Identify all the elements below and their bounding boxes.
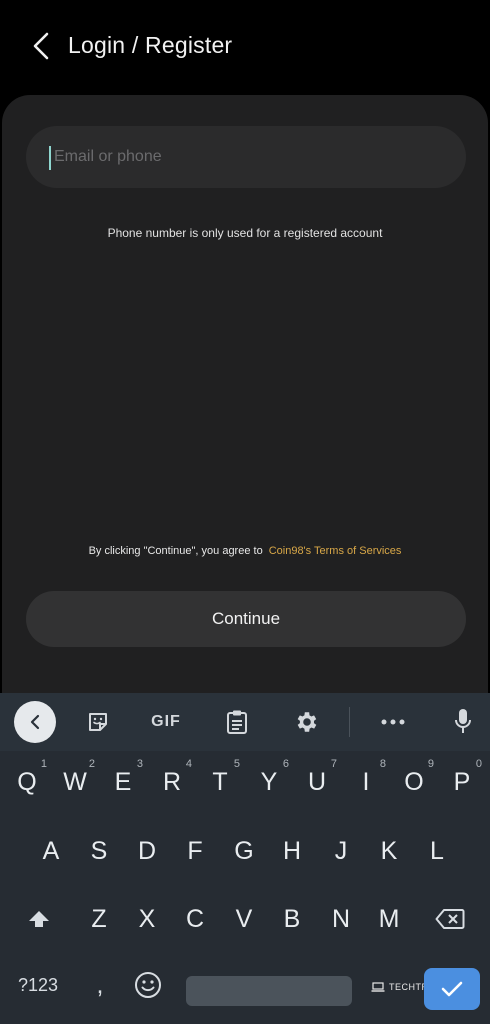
key-g[interactable]: G — [222, 825, 266, 877]
continue-button[interactable]: Continue — [26, 591, 466, 647]
voice-input-button[interactable] — [450, 701, 476, 743]
key-p[interactable]: P0 — [440, 756, 484, 808]
keyboard-back-button[interactable] — [14, 701, 56, 743]
clipboard-icon — [227, 710, 247, 734]
key-h[interactable]: H — [270, 825, 314, 877]
terms-prefix: By clicking "Continue", you agree to — [88, 545, 263, 557]
checkmark-icon — [441, 981, 463, 997]
key-a[interactable]: A — [29, 825, 73, 877]
emoji-icon — [135, 972, 161, 998]
key-u[interactable]: U7 — [295, 756, 339, 808]
back-button[interactable] — [26, 28, 56, 64]
key-label: I — [362, 767, 370, 796]
key-j[interactable]: J — [319, 825, 363, 877]
space-key[interactable] — [186, 976, 352, 1006]
phone-hint-text: Phone number is only used for a register… — [107, 226, 383, 240]
key-z[interactable]: Z — [77, 893, 121, 945]
key-hint: 7 — [330, 758, 337, 770]
key-hint: 1 — [40, 758, 47, 770]
key-label: Y — [260, 767, 278, 796]
enter-key[interactable] — [424, 968, 480, 1010]
key-c[interactable]: C — [173, 893, 217, 945]
gif-label: GIF — [151, 713, 181, 730]
key-label: P — [453, 767, 471, 796]
key-label: Q — [17, 767, 37, 796]
terms-link[interactable]: Coin98's Terms of Services — [269, 545, 402, 557]
key-s[interactable]: S — [77, 825, 121, 877]
sticker-button[interactable] — [82, 701, 114, 743]
keyboard-toolbar: GIF — [0, 693, 490, 751]
key-w[interactable]: W2 — [53, 756, 97, 808]
chevron-left-icon — [33, 32, 49, 60]
more-options-button[interactable] — [378, 701, 408, 743]
shift-icon — [29, 911, 49, 927]
shift-key[interactable] — [17, 893, 61, 945]
backspace-icon — [435, 909, 465, 929]
chevron-left-icon — [30, 714, 40, 730]
key-label: R — [162, 767, 182, 796]
page-title: Login / Register — [68, 32, 233, 58]
key-d[interactable]: D — [125, 825, 169, 877]
symbols-key[interactable]: ?123 — [10, 959, 66, 1011]
key-label: W — [63, 767, 87, 796]
backspace-key[interactable] — [428, 893, 472, 945]
sticker-icon — [89, 713, 107, 731]
more-horizontal-icon — [381, 719, 405, 725]
key-label: T — [212, 767, 228, 796]
key-e[interactable]: E3 — [101, 756, 145, 808]
key-label: U — [307, 767, 327, 796]
key-l[interactable]: L — [415, 825, 459, 877]
key-o[interactable]: O9 — [392, 756, 436, 808]
key-label: O — [404, 767, 424, 796]
key-hint: 6 — [282, 758, 289, 770]
soft-keyboard: G I F Q 1 W 2 E 3 R 4 T 5 Y 6 U 7 I 8 O 9 … — [0, 693, 490, 1024]
email-phone-input[interactable] — [54, 126, 454, 188]
terms-text: By clicking "Continue", you agree to Coin… — [0, 545, 490, 557]
key-r[interactable]: R4 — [150, 756, 194, 808]
gear-icon — [297, 712, 317, 732]
key-m[interactable]: M — [367, 893, 411, 945]
clipboard-button[interactable] — [222, 701, 252, 743]
toolbar-divider — [349, 707, 350, 737]
key-q[interactable]: Q1 — [5, 756, 49, 808]
key-hint: 4 — [185, 758, 192, 770]
key-label: E — [114, 767, 132, 796]
key-f[interactable]: F — [173, 825, 217, 877]
app-header: Login / Register — [0, 0, 490, 95]
key-n[interactable]: N — [319, 893, 363, 945]
key-k[interactable]: K — [367, 825, 411, 877]
settings-button[interactable] — [292, 701, 322, 743]
key-hint: 5 — [233, 758, 240, 770]
key-i[interactable]: I8 — [344, 756, 388, 808]
key-v[interactable]: V — [222, 893, 266, 945]
key-hint: 8 — [379, 758, 386, 770]
key-hint: 9 — [427, 758, 434, 770]
key-y[interactable]: Y6 — [247, 756, 291, 808]
emoji-key[interactable] — [126, 959, 170, 1011]
key-hint: 0 — [475, 758, 482, 770]
key-b[interactable]: B — [270, 893, 314, 945]
key-x[interactable]: X — [125, 893, 169, 945]
text-caret — [49, 146, 51, 170]
key-t[interactable]: T5 — [198, 756, 242, 808]
key-hint: 3 — [136, 758, 143, 770]
comma-key[interactable]: , — [78, 959, 122, 1011]
email-phone-field[interactable] — [26, 126, 466, 188]
gif-button[interactable]: GIF — [146, 701, 186, 743]
microphone-icon — [455, 709, 471, 733]
key-hint: 2 — [88, 758, 95, 770]
laptop-icon — [371, 982, 385, 992]
